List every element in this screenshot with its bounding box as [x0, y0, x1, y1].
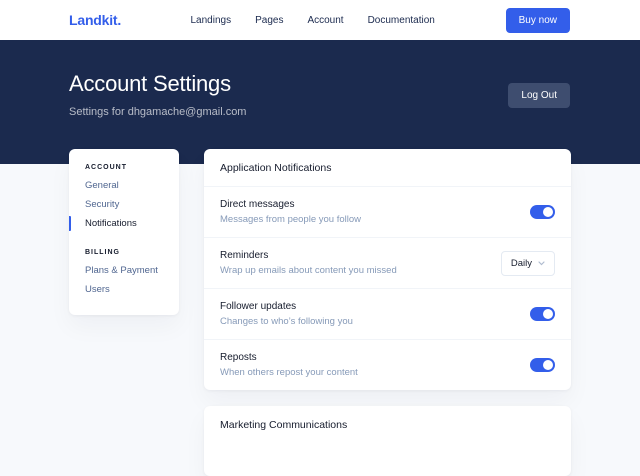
setting-description: Wrap up emails about content you missed [220, 265, 397, 276]
sidebar-section-divider [69, 235, 179, 249]
nav-link-documentation[interactable]: Documentation [368, 15, 435, 26]
setting-row-direct-messages: Direct messages Messages from people you… [204, 187, 571, 238]
setting-text: Reminders Wrap up emails about content y… [220, 250, 397, 276]
active-indicator [69, 216, 71, 231]
setting-description: Messages from people you follow [220, 214, 361, 225]
navbar: Landkit. Landings Pages Account Document… [0, 0, 640, 40]
sidebar-item-security[interactable]: Security [69, 197, 179, 212]
toggle-knob [543, 360, 553, 370]
chevron-down-icon [538, 261, 545, 266]
buy-now-button[interactable]: Buy now [506, 8, 570, 33]
sidebar-item-general[interactable]: General [69, 178, 179, 193]
sidebar-heading-account: Account [69, 164, 179, 171]
direct-messages-toggle[interactable] [530, 205, 555, 219]
sidebar-item-label: General [85, 180, 119, 191]
sidebar-heading-billing: Billing [69, 249, 179, 256]
setting-label: Reminders [220, 250, 397, 261]
setting-label: Reposts [220, 352, 358, 363]
nav-link-landings[interactable]: Landings [190, 15, 231, 26]
application-notifications-panel: Application Notifications Direct message… [204, 149, 571, 390]
setting-description: Changes to who’s following you [220, 316, 353, 327]
setting-description: When others repost your content [220, 367, 358, 378]
setting-row-reposts: Reposts When others repost your content [204, 340, 571, 390]
setting-label: Follower updates [220, 301, 353, 312]
nav-link-account[interactable]: Account [307, 15, 343, 26]
toggle-knob [543, 309, 553, 319]
sidebar-item-label: Plans & Payment [85, 265, 158, 276]
nav-links: Landings Pages Account Documentation [190, 0, 434, 40]
content-area: Account General Security Notifications B… [0, 149, 640, 476]
sidebar-item-label: Security [85, 199, 119, 210]
hero-section: Account Settings Settings for dhgamache@… [0, 40, 640, 164]
sidebar-item-label: Users [85, 284, 110, 295]
logo[interactable]: Landkit. [69, 12, 121, 28]
setting-text: Follower updates Changes to who’s follow… [220, 301, 353, 327]
sidebar-item-plans-payment[interactable]: Plans & Payment [69, 263, 179, 278]
select-value: Daily [511, 258, 532, 269]
page-subtitle: Settings for dhgamache@gmail.com [69, 106, 570, 118]
toggle-knob [543, 207, 553, 217]
logout-button[interactable]: Log Out [508, 83, 570, 108]
panel-title-marketing-communications: Marketing Communications [204, 406, 571, 443]
setting-row-follower-updates: Follower updates Changes to who’s follow… [204, 289, 571, 340]
marketing-communications-panel: Marketing Communications [204, 406, 571, 476]
nav-link-pages[interactable]: Pages [255, 15, 283, 26]
sidebar-item-notifications[interactable]: Notifications [69, 216, 179, 231]
setting-text: Reposts When others repost your content [220, 352, 358, 378]
reposts-toggle[interactable] [530, 358, 555, 372]
settings-main-column: Application Notifications Direct message… [204, 149, 571, 476]
follower-updates-toggle[interactable] [530, 307, 555, 321]
page-title: Account Settings [69, 71, 570, 97]
panel-title-application-notifications: Application Notifications [204, 149, 571, 187]
setting-label: Direct messages [220, 199, 361, 210]
setting-text: Direct messages Messages from people you… [220, 199, 361, 225]
settings-sidebar: Account General Security Notifications B… [69, 149, 179, 315]
sidebar-item-users[interactable]: Users [69, 282, 179, 297]
sidebar-item-label: Notifications [85, 218, 137, 229]
setting-row-reminders: Reminders Wrap up emails about content y… [204, 238, 571, 289]
reminders-frequency-select[interactable]: Daily [501, 251, 555, 276]
